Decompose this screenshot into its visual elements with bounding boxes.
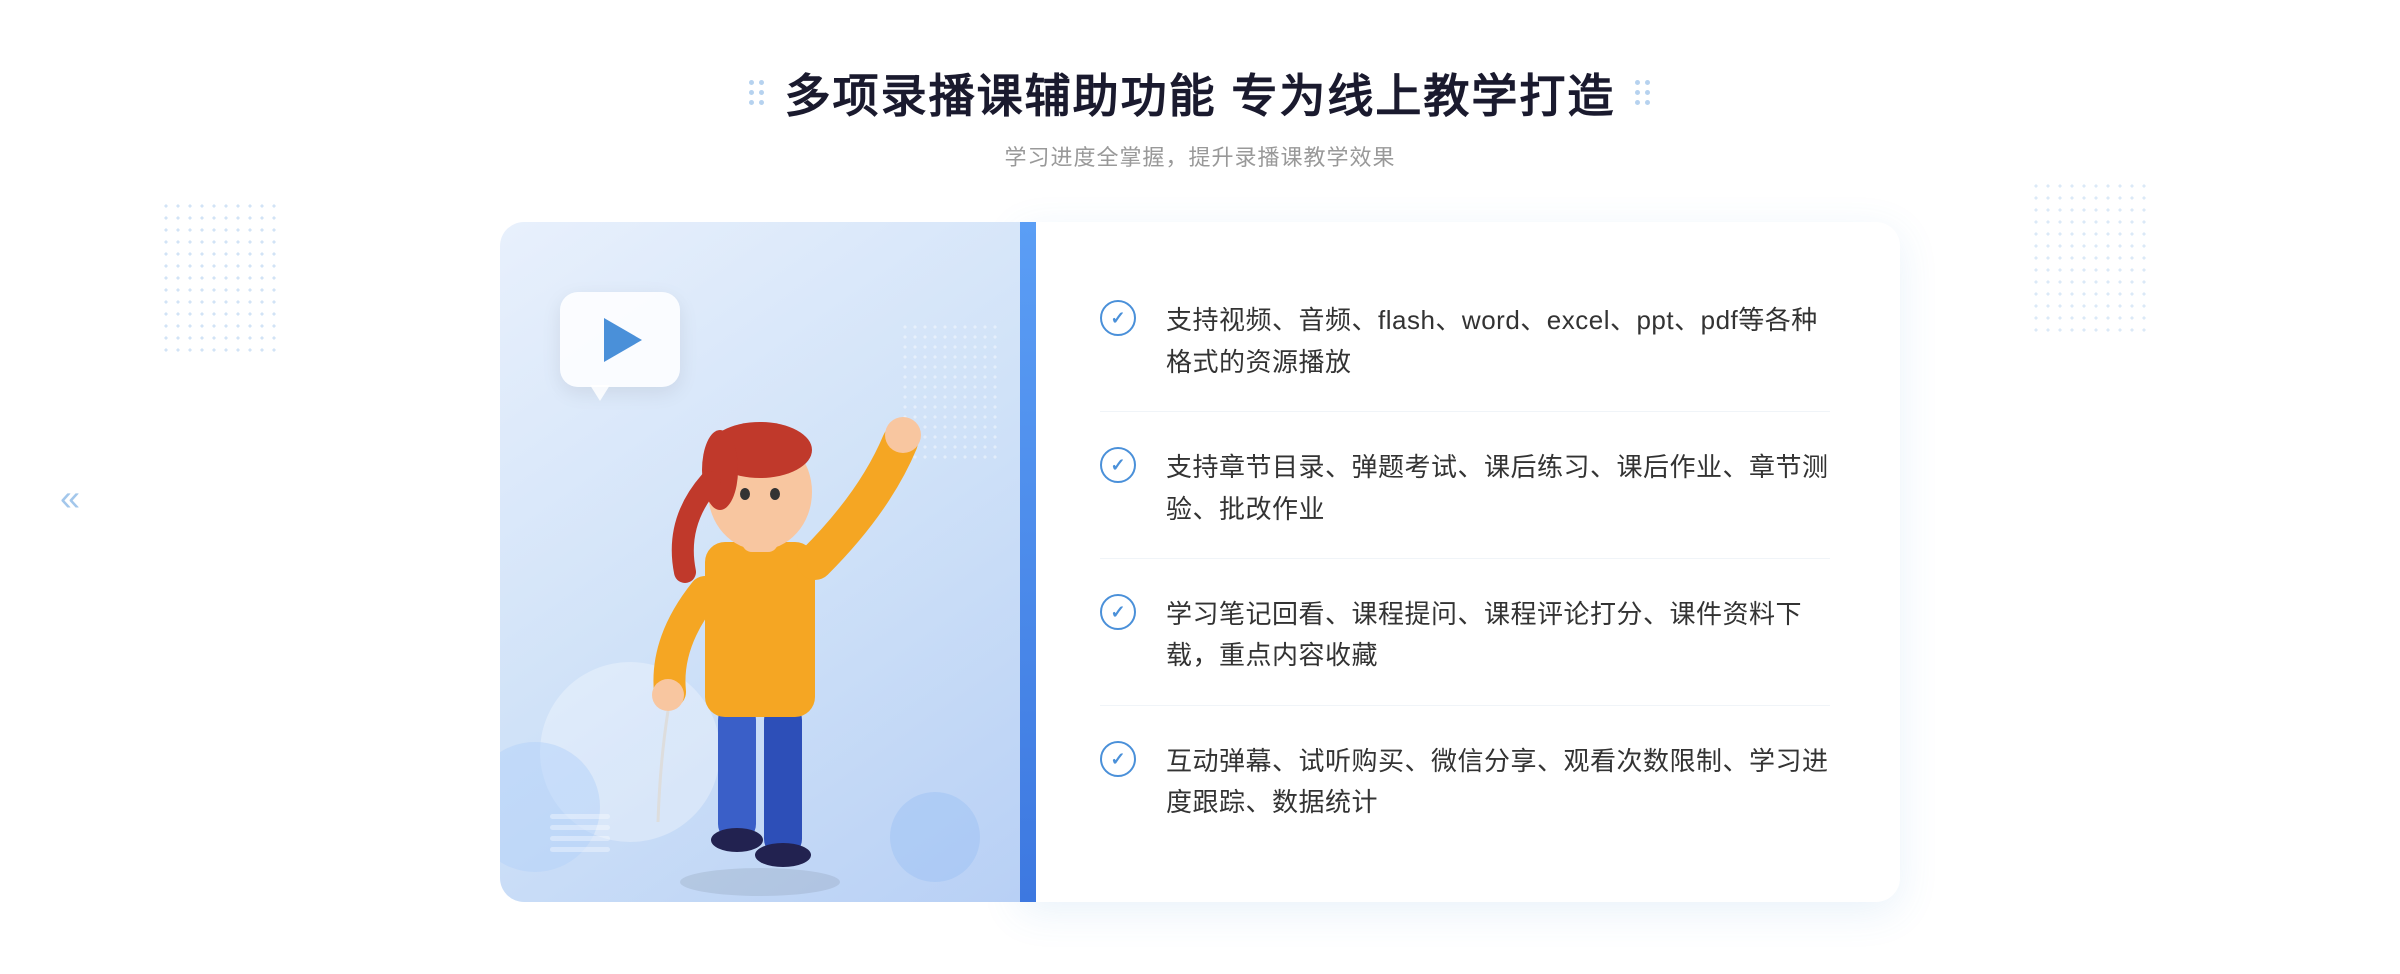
header-section: 多项录播课辅助功能 专为线上教学打造 学习进度全掌握，提升录播课教学效果 xyxy=(749,60,1652,172)
check-icon-2: ✓ xyxy=(1100,447,1136,483)
chevron-left-icon: « xyxy=(60,480,80,516)
check-icon-3: ✓ xyxy=(1100,594,1136,630)
check-icon-4: ✓ xyxy=(1100,741,1136,777)
feature-item-3: ✓ 学习笔记回看、课程提问、课程评论打分、课件资料下载，重点内容收藏 xyxy=(1100,566,1830,706)
feature-text-4: 互动弹幕、试听购买、微信分享、观看次数限制、学习进度跟踪、数据统计 xyxy=(1166,741,1830,824)
left-arrows-decoration: « xyxy=(60,480,80,516)
checkmark-symbol-2: ✓ xyxy=(1110,456,1125,474)
checkmark-symbol-3: ✓ xyxy=(1110,603,1125,621)
features-panel: ✓ 支持视频、音频、flash、word、excel、ppt、pdf等各种格式的… xyxy=(1020,222,1900,902)
feature-item-2: ✓ 支持章节目录、弹题考试、课后练习、课后作业、章节测验、批改作业 xyxy=(1100,419,1830,559)
person-illustration xyxy=(590,322,930,902)
checkmark-symbol-1: ✓ xyxy=(1110,309,1125,327)
feature-text-3: 学习笔记回看、课程提问、课程评论打分、课件资料下载，重点内容收藏 xyxy=(1166,594,1830,677)
page-container: « 多项录播课辅助功能 专为线上教学打造 学习进度全掌握，提升录播课教学效果 xyxy=(0,0,2400,974)
accent-bar xyxy=(1020,222,1036,902)
page-title: 多项录播课辅助功能 专为线上教学打造 xyxy=(785,60,1616,126)
page-subtitle: 学习进度全掌握，提升录播课教学效果 xyxy=(749,140,1652,172)
feature-text-2: 支持章节目录、弹题考试、课后练习、课后作业、章节测验、批改作业 xyxy=(1166,447,1830,530)
decorator-dots-right xyxy=(1635,80,1651,106)
check-icon-1: ✓ xyxy=(1100,300,1136,336)
checkmark-symbol-4: ✓ xyxy=(1110,750,1125,768)
bg-dots-right xyxy=(2030,180,2150,340)
feature-item-4: ✓ 互动弹幕、试听购买、微信分享、观看次数限制、学习进度跟踪、数据统计 xyxy=(1100,713,1830,852)
illus-lines xyxy=(550,814,610,852)
feature-text-1: 支持视频、音频、flash、word、excel、ppt、pdf等各种格式的资源… xyxy=(1166,300,1830,383)
bg-dots-left xyxy=(160,200,280,360)
header-decorators: 多项录播课辅助功能 专为线上教学打造 xyxy=(749,60,1652,126)
feature-item-1: ✓ 支持视频、音频、flash、word、excel、ppt、pdf等各种格式的… xyxy=(1100,272,1830,412)
illustration-panel xyxy=(500,222,1020,902)
decorator-dots-left xyxy=(749,80,765,106)
content-area: ✓ 支持视频、音频、flash、word、excel、ppt、pdf等各种格式的… xyxy=(500,222,1900,902)
